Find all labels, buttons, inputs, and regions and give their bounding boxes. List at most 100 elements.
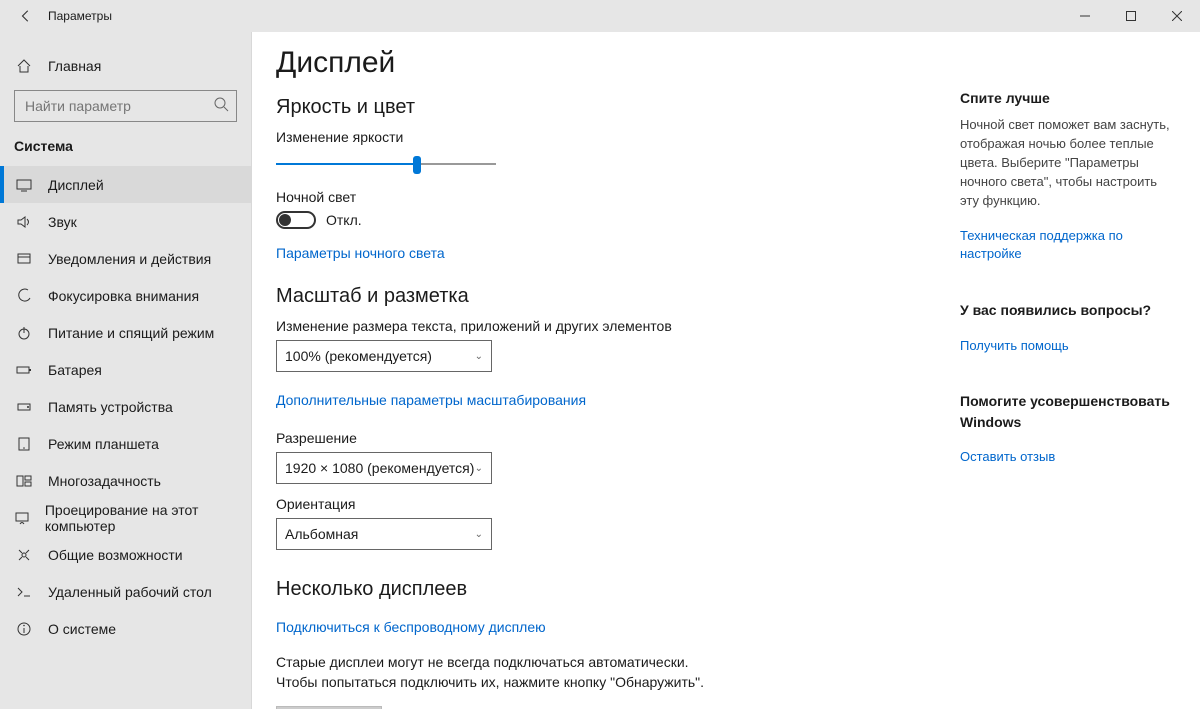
sidebar-item-remote[interactable]: Удаленный рабочий стол (0, 573, 251, 610)
sidebar-item-projecting[interactable]: Проецирование на этот компьютер (0, 499, 251, 536)
close-button[interactable] (1154, 0, 1200, 32)
sidebar-item-power[interactable]: Питание и спящий режим (0, 314, 251, 351)
window-controls (1062, 0, 1200, 32)
titlebar: Параметры (0, 0, 1200, 32)
section-scale-layout: Масштаб и разметка (276, 285, 936, 308)
orientation-value: Альбомная (285, 526, 358, 542)
sidebar-item-label: Батарея (48, 362, 102, 378)
sidebar-item-label: Многозадачность (48, 473, 161, 489)
power-icon (14, 325, 34, 341)
connect-wireless-link[interactable]: Подключиться к беспроводному дисплею (276, 619, 546, 635)
sidebar-item-label: Фокусировка внимания (48, 288, 199, 304)
orientation-label: Ориентация (276, 496, 936, 512)
arrow-left-icon (19, 9, 33, 23)
nightlight-toggle[interactable] (276, 211, 316, 229)
scale-label: Изменение размера текста, приложений и д… (276, 318, 936, 334)
minimize-button[interactable] (1062, 0, 1108, 32)
sidebar-item-label: Проецирование на этот компьютер (45, 502, 237, 534)
maximize-button[interactable] (1108, 0, 1154, 32)
minimize-icon (1080, 11, 1090, 21)
back-button[interactable] (10, 0, 42, 32)
sidebar-item-label: О системе (48, 621, 116, 637)
search-box (14, 90, 237, 122)
maximize-icon (1126, 11, 1136, 21)
aside-link-feedback[interactable]: Оставить отзыв (960, 448, 1055, 467)
brightness-slider[interactable] (276, 153, 496, 177)
aside-title: У вас появились вопросы? (960, 300, 1176, 320)
slider-fill (276, 163, 417, 165)
projecting-icon (14, 510, 31, 526)
shared-experiences-icon (14, 547, 34, 563)
chevron-down-icon: ⌄ (475, 529, 483, 540)
section-multiple-displays: Несколько дисплеев (276, 578, 936, 601)
slider-thumb[interactable] (413, 156, 421, 174)
aside: Спите лучше Ночной свет поможет вам засн… (960, 32, 1200, 709)
chevron-down-icon: ⌄ (475, 351, 483, 362)
aside-block-questions: У вас появились вопросы? Получить помощь (960, 300, 1176, 363)
search-icon (213, 96, 229, 112)
sidebar-item-label: Дисплей (48, 177, 104, 193)
close-icon (1172, 11, 1182, 21)
scale-select[interactable]: 100% (рекомендуется) ⌄ (276, 340, 492, 372)
sidebar-item-sound[interactable]: Звук (0, 203, 251, 240)
detect-note: Старые дисплеи могут не всегда подключат… (276, 653, 706, 692)
nightlight-settings-link[interactable]: Параметры ночного света (276, 245, 445, 261)
sound-icon (14, 214, 34, 230)
tablet-icon (14, 436, 34, 452)
sidebar-item-label: Режим планшета (48, 436, 159, 452)
sidebar-item-multitasking[interactable]: Многозадачность (0, 462, 251, 499)
content: Дисплей Яркость и цвет Изменение яркости… (252, 32, 960, 709)
section-brightness-color: Яркость и цвет (276, 96, 936, 119)
aside-title: Помогите усовершенствовать Windows (960, 391, 1176, 432)
sidebar-item-label: Память устройства (48, 399, 173, 415)
sidebar-item-storage[interactable]: Память устройства (0, 388, 251, 425)
sidebar-item-label: Звук (48, 214, 77, 230)
storage-icon (14, 399, 34, 415)
aside-block-sleep: Спите лучше Ночной свет поможет вам засн… (960, 88, 1176, 272)
notifications-icon (14, 251, 34, 267)
window-title: Параметры (42, 9, 112, 23)
search-input[interactable] (14, 90, 237, 122)
sidebar-item-tablet[interactable]: Режим планшета (0, 425, 251, 462)
aside-link-support[interactable]: Техническая поддержка по настройке (960, 227, 1176, 265)
toggle-knob (279, 214, 291, 226)
orientation-select[interactable]: Альбомная ⌄ (276, 518, 492, 550)
remote-desktop-icon (14, 584, 34, 600)
sidebar-nav: Дисплей Звук Уведомления и действия Фоку… (0, 166, 251, 647)
sidebar-item-about[interactable]: О системе (0, 610, 251, 647)
nightlight-label: Ночной свет (276, 189, 936, 205)
home-icon (14, 58, 34, 74)
aside-title: Спите лучше (960, 88, 1176, 108)
aside-block-feedback: Помогите усовершенствовать Windows Остав… (960, 391, 1176, 474)
scale-value: 100% (рекомендуется) (285, 348, 432, 364)
page-title: Дисплей (276, 46, 936, 80)
sidebar-item-label: Удаленный рабочий стол (48, 584, 212, 600)
sidebar-item-notifications[interactable]: Уведомления и действия (0, 240, 251, 277)
sidebar: Главная Система Дисплей Звук Уведомления… (0, 32, 252, 709)
nightlight-state: Откл. (326, 212, 362, 228)
resolution-label: Разрешение (276, 430, 936, 446)
sidebar-group-header: Система (0, 132, 251, 156)
sidebar-item-label: Питание и спящий режим (48, 325, 214, 341)
sidebar-item-display[interactable]: Дисплей (0, 166, 251, 203)
about-icon (14, 621, 34, 637)
battery-icon (14, 362, 34, 378)
sidebar-item-battery[interactable]: Батарея (0, 351, 251, 388)
sidebar-item-shared[interactable]: Общие возможности (0, 536, 251, 573)
focus-assist-icon (14, 288, 34, 304)
advanced-scaling-link[interactable]: Дополнительные параметры масштабирования (276, 392, 586, 408)
aside-link-help[interactable]: Получить помощь (960, 337, 1069, 356)
home-label: Главная (48, 58, 101, 74)
sidebar-item-label: Общие возможности (48, 547, 183, 563)
sidebar-item-label: Уведомления и действия (48, 251, 211, 267)
display-icon (14, 177, 34, 193)
sidebar-item-focus[interactable]: Фокусировка внимания (0, 277, 251, 314)
chevron-down-icon: ⌄ (475, 463, 483, 474)
main-area: Дисплей Яркость и цвет Изменение яркости… (252, 32, 1200, 709)
multitasking-icon (14, 473, 34, 489)
aside-text: Ночной свет поможет вам заснуть, отображ… (960, 116, 1176, 210)
brightness-label: Изменение яркости (276, 129, 936, 145)
resolution-value: 1920 × 1080 (рекомендуется) (285, 460, 474, 476)
home-button[interactable]: Главная (0, 48, 251, 84)
resolution-select[interactable]: 1920 × 1080 (рекомендуется) ⌄ (276, 452, 492, 484)
